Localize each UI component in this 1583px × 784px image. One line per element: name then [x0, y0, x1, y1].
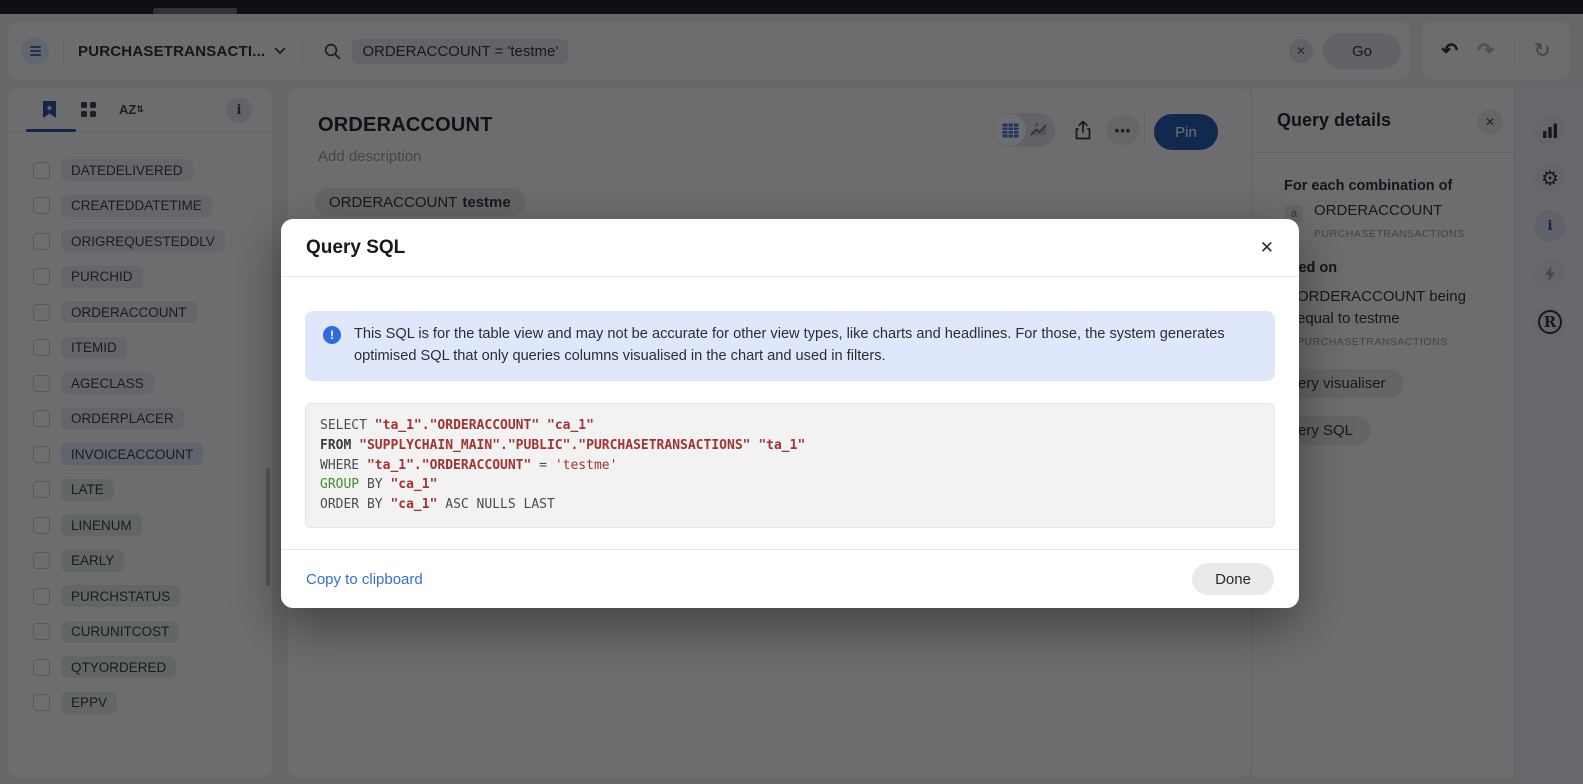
sql-line: FROM "SUPPLYCHAIN_MAIN"."PUBLIC"."PURCHA… — [320, 436, 1260, 456]
sql-code[interactable]: SELECT "ta_1"."ORDERACCOUNT" "ca_1"FROM … — [305, 403, 1275, 528]
sql-info-banner: ! This SQL is for the table view and may… — [305, 311, 1275, 381]
modal-footer: Copy to clipboard Done — [281, 549, 1299, 608]
sql-line: WHERE "ta_1"."ORDERACCOUNT" = 'testme' — [320, 456, 1260, 476]
sql-line: ORDER BY "ca_1" ASC NULLS LAST — [320, 495, 1260, 515]
modal-title: Query SQL — [306, 237, 405, 259]
done-button[interactable]: Done — [1192, 563, 1274, 595]
info-circle-icon: ! — [323, 326, 341, 344]
app-canvas: PURCHASETRANSACTI... ORDERACCOUNT = 'tes… — [0, 0, 1583, 784]
sql-line: SELECT "ta_1"."ORDERACCOUNT" "ca_1" — [320, 416, 1260, 436]
copy-to-clipboard-link[interactable]: Copy to clipboard — [306, 571, 423, 588]
modal-close-icon[interactable]: ✕ — [1260, 239, 1274, 256]
sql-line: GROUP BY "ca_1" — [320, 475, 1260, 495]
modal-header: Query SQL ✕ — [281, 219, 1299, 277]
modal-body: ! This SQL is for the table view and may… — [281, 277, 1299, 549]
query-sql-modal: Query SQL ✕ ! This SQL is for the table … — [281, 219, 1299, 608]
sql-info-banner-text: This SQL is for the table view and may n… — [354, 324, 1254, 367]
